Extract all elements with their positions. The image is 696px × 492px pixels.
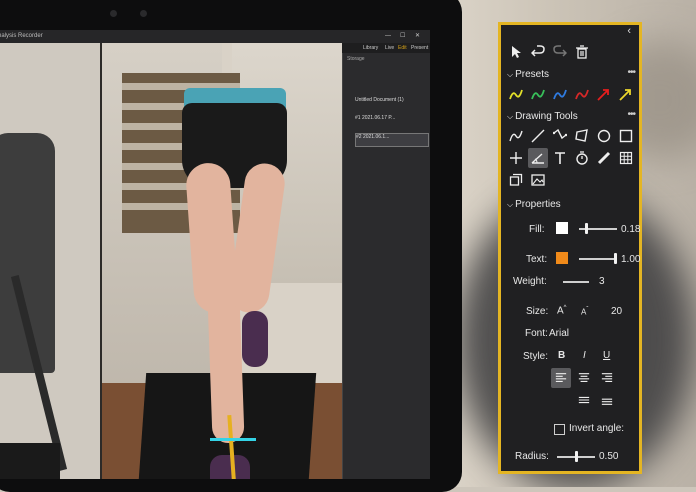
window-title: Analysis Recorder bbox=[0, 33, 43, 39]
preset-pen-icon[interactable] bbox=[507, 85, 525, 103]
entry-name: 2021.06.17 P... bbox=[361, 115, 396, 121]
annotation-line[interactable] bbox=[210, 438, 256, 441]
underline-button[interactable]: U bbox=[603, 350, 610, 361]
weight-value: 3 bbox=[599, 276, 605, 287]
drawing-panel: ‹ ⌵ Presets ••• ⌵ Drawing Tools ••• ⌵ Prope… bbox=[498, 22, 642, 474]
minimize-icon[interactable]: — bbox=[385, 30, 391, 43]
video-area[interactable] bbox=[0, 43, 342, 479]
drawing-tools-header[interactable]: ⌵ Drawing Tools bbox=[507, 111, 578, 122]
list-item[interactable]: #2 2021.06.1... bbox=[355, 133, 429, 147]
fill-slider-handle[interactable] bbox=[585, 223, 589, 234]
video-pane-right bbox=[102, 43, 342, 479]
radius-value: 0.50 bbox=[599, 451, 619, 462]
text-color-swatch[interactable] bbox=[556, 252, 568, 264]
collapse-icon[interactable]: ‹ bbox=[627, 25, 631, 37]
fill-color-swatch[interactable] bbox=[556, 222, 568, 234]
close-icon[interactable]: ✕ bbox=[415, 30, 420, 43]
increase-font-size-button[interactable]: A^ bbox=[557, 305, 567, 316]
preset-arrow-icon[interactable] bbox=[595, 85, 613, 103]
font-value[interactable]: Arial bbox=[549, 328, 569, 339]
invert-angle-label: Invert angle: bbox=[569, 423, 625, 434]
entry-name: Untitled Document (1) bbox=[355, 97, 404, 103]
curve-icon[interactable] bbox=[507, 127, 525, 145]
cursor-icon[interactable] bbox=[507, 43, 525, 61]
polygon-icon[interactable] bbox=[573, 127, 591, 145]
maximize-icon[interactable]: ☐ bbox=[400, 30, 405, 43]
ruler-icon[interactable] bbox=[595, 149, 613, 167]
size-value: 20 bbox=[611, 306, 623, 317]
trash-icon[interactable] bbox=[573, 43, 591, 61]
preset-arrow-icon[interactable] bbox=[617, 85, 635, 103]
invert-angle-checkbox[interactable] bbox=[554, 424, 565, 435]
line-icon[interactable] bbox=[529, 127, 547, 145]
radius-label: Radius: bbox=[515, 451, 549, 462]
video-pane-left bbox=[0, 43, 100, 479]
fill-label: Fill: bbox=[529, 224, 545, 235]
title-bar: Analysis Recorder — ☐ ✕ bbox=[0, 30, 430, 43]
style-label: Style: bbox=[523, 351, 549, 362]
menu-bar: Library Live Edit Present bbox=[338, 43, 430, 53]
menu-library[interactable]: Library bbox=[363, 45, 378, 51]
italic-button[interactable]: I bbox=[583, 350, 586, 361]
text-opacity-value: 1.00 bbox=[621, 254, 641, 265]
preset-pen-icon[interactable] bbox=[529, 85, 547, 103]
redo-icon[interactable] bbox=[551, 43, 569, 61]
entry-number: #2 bbox=[356, 134, 362, 140]
properties-header[interactable]: ⌵ Properties bbox=[507, 199, 561, 210]
runner-leg bbox=[207, 292, 245, 444]
storage-title: Storage bbox=[347, 56, 365, 62]
runner-shoe bbox=[242, 311, 268, 367]
align-middle-icon[interactable] bbox=[574, 390, 594, 410]
align-bottom-icon[interactable] bbox=[597, 390, 617, 410]
angle-icon[interactable] bbox=[528, 148, 548, 168]
preset-pen-icon[interactable] bbox=[573, 85, 591, 103]
decrease-font-size-button[interactable]: Aˇ bbox=[581, 307, 588, 317]
font-label: Font: bbox=[525, 328, 548, 339]
preset-pen-icon[interactable] bbox=[551, 85, 569, 103]
crosshair-icon[interactable] bbox=[507, 149, 525, 167]
presets-more-icon[interactable]: ••• bbox=[627, 67, 635, 78]
entry-name: 2021.06.1... bbox=[362, 134, 390, 140]
menu-live[interactable]: Live bbox=[385, 45, 394, 51]
stopwatch-icon[interactable] bbox=[573, 149, 591, 167]
bold-button[interactable]: B bbox=[558, 350, 565, 361]
align-center-icon[interactable] bbox=[574, 368, 594, 388]
treadmill-base bbox=[0, 443, 60, 479]
rectangle-icon[interactable] bbox=[617, 127, 635, 145]
fill-value: 0.18 bbox=[621, 224, 641, 235]
presets-header[interactable]: ⌵ Presets bbox=[507, 69, 549, 80]
menu-present[interactable]: Present bbox=[411, 45, 428, 51]
circle-icon[interactable] bbox=[595, 127, 613, 145]
grid-icon[interactable] bbox=[617, 149, 635, 167]
text-icon[interactable] bbox=[551, 149, 569, 167]
align-right-icon[interactable] bbox=[597, 368, 617, 388]
text-color-label: Text: bbox=[526, 254, 548, 265]
crop-icon[interactable] bbox=[507, 171, 525, 189]
weight-slider[interactable] bbox=[563, 281, 589, 283]
laptop-bezel: Analysis Recorder — ☐ ✕ bbox=[0, 0, 462, 492]
entry-number: #1 bbox=[355, 115, 361, 121]
app-window: Analysis Recorder — ☐ ✕ bbox=[0, 30, 430, 479]
polyline-icon[interactable] bbox=[551, 127, 569, 145]
list-item[interactable]: Untitled Document (1) bbox=[355, 97, 427, 109]
weight-label: Weight: bbox=[513, 276, 547, 287]
size-label: Size: bbox=[526, 306, 549, 317]
drawing-tools-more-icon[interactable]: ••• bbox=[627, 109, 635, 120]
image-icon[interactable] bbox=[529, 171, 547, 189]
camera-icon bbox=[140, 10, 147, 17]
align-left-icon[interactable] bbox=[551, 368, 571, 388]
text-slider-handle[interactable] bbox=[614, 253, 617, 264]
text-opacity-slider[interactable] bbox=[579, 258, 617, 260]
storage-sidebar: Storage Untitled Document (1) #1 2021.06… bbox=[342, 53, 430, 479]
radius-slider-handle[interactable] bbox=[574, 451, 578, 462]
undo-icon[interactable] bbox=[529, 43, 547, 61]
menu-edit[interactable]: Edit bbox=[398, 45, 407, 51]
list-item[interactable]: #1 2021.06.17 P... bbox=[355, 115, 427, 127]
camera-icon bbox=[110, 10, 117, 17]
